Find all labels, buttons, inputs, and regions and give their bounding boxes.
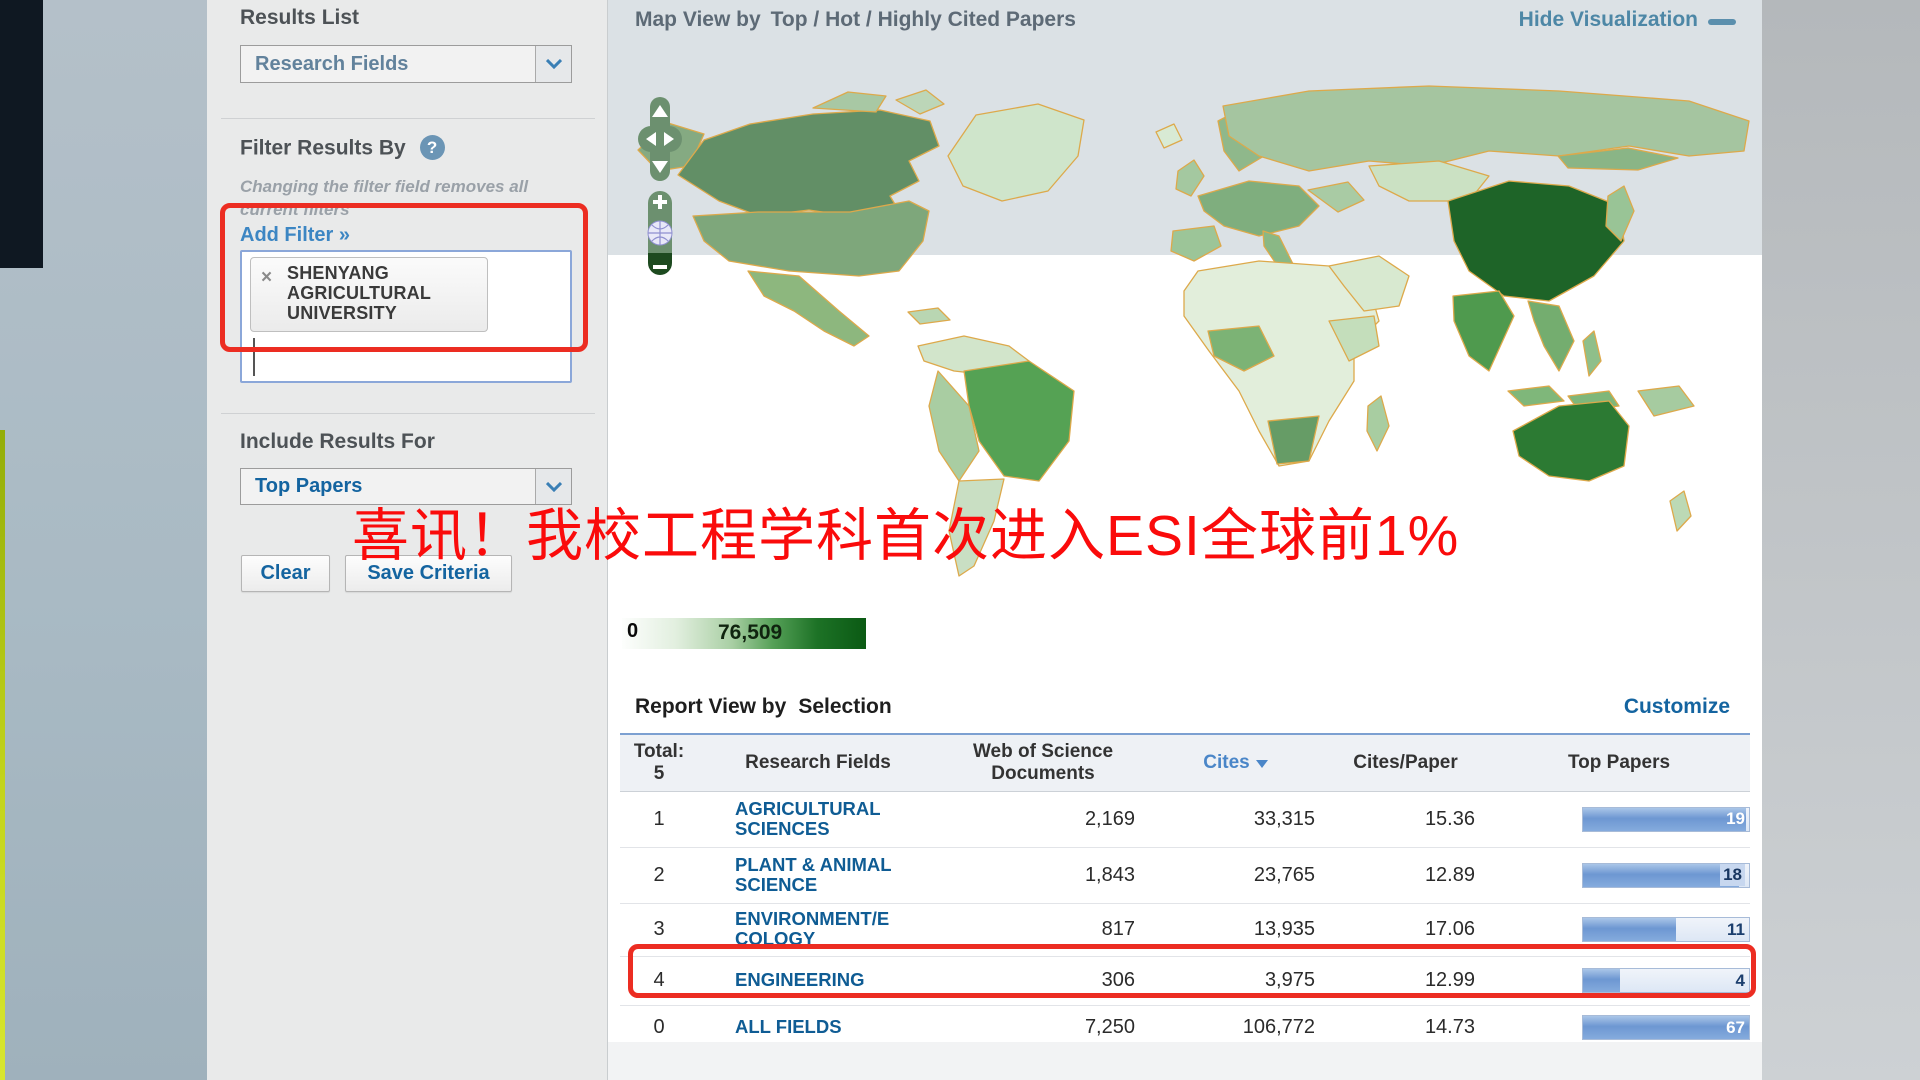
top-papers-bar: 11 — [1582, 917, 1750, 942]
clear-button[interactable]: Clear — [241, 555, 330, 592]
top-papers-bar: 18 — [1582, 863, 1750, 888]
total-label: Total: — [622, 741, 696, 763]
cites-value: 106,772 — [1148, 1016, 1323, 1039]
top-papers-count: 11 — [1727, 920, 1745, 940]
top-papers-bar: 67 — [1582, 1015, 1750, 1040]
map-legend: 0 76,509 — [622, 618, 866, 649]
row-rank: 2 — [620, 864, 698, 887]
row-rank: 1 — [620, 808, 698, 831]
report-table: Total: 5 Research Fields Web of Science … — [620, 733, 1750, 1051]
col-cites-sorted[interactable]: Cites — [1148, 746, 1323, 780]
col-cites-per-paper[interactable]: Cites/Paper — [1323, 746, 1488, 780]
cites-value: 23,765 — [1148, 864, 1323, 887]
results-list-select-button[interactable] — [535, 46, 571, 82]
chevron-down-icon — [546, 59, 562, 69]
wos-value: 2,169 — [938, 808, 1148, 831]
customize-link[interactable]: Customize — [1624, 695, 1730, 719]
help-icon[interactable]: ? — [420, 135, 445, 160]
background-dark-corner — [0, 0, 43, 268]
sort-desc-icon — [1256, 760, 1268, 768]
col-wos-documents[interactable]: Web of Science Documents — [938, 735, 1148, 791]
filter-results-by-text: Filter Results By — [240, 137, 406, 160]
legend-max-value: 76,509 — [718, 621, 782, 645]
map-controls[interactable] — [637, 95, 683, 285]
cites-value: 33,315 — [1148, 808, 1323, 831]
field-link[interactable]: ALL FIELDS — [735, 1017, 842, 1037]
annotation-headline: 喜讯！我校工程学科首次进入ESI全球前1% — [352, 490, 1459, 572]
table-row[interactable]: 1 AGRICULTURAL SCIENCES 2,169 33,315 15.… — [620, 792, 1750, 848]
minus-icon — [1708, 19, 1736, 25]
report-title-value: Selection — [798, 695, 891, 718]
results-list-select[interactable]: Research Fields — [240, 45, 572, 83]
map-view-title: Map View by Top / Hot / Highly Cited Pape… — [635, 8, 1076, 32]
annotation-box-engineering-row — [628, 944, 1756, 998]
panel-footer-strip — [608, 1042, 1762, 1080]
report-header-bar: Report View by Selection Customize — [608, 680, 1762, 733]
col-research-fields[interactable]: Research Fields — [698, 746, 938, 780]
total-value: 5 — [622, 763, 696, 785]
cites-header-text: Cites — [1203, 752, 1249, 773]
legend-min-value: 0 — [627, 620, 638, 643]
sidebar-divider — [221, 118, 595, 119]
top-papers-count: 19 — [1726, 809, 1745, 829]
background-right-strip — [1762, 0, 1920, 1080]
background-yellow-strip — [0, 430, 5, 1080]
field-link[interactable]: PLANT & ANIMAL SCIENCE — [735, 855, 913, 896]
filter-results-by-label: Filter Results By ? — [240, 135, 445, 161]
results-list-select-value: Research Fields — [241, 53, 408, 76]
cites-per-paper-value: 15.36 — [1323, 808, 1488, 831]
wos-value: 1,843 — [938, 864, 1148, 887]
col-top-papers[interactable]: Top Papers — [1488, 746, 1750, 780]
hide-visualization-link[interactable]: Hide Visualization — [1519, 8, 1736, 32]
cites-value: 13,935 — [1148, 918, 1323, 941]
zoom-control — [648, 191, 672, 275]
row-rank: 3 — [620, 918, 698, 941]
wos-value: 817 — [938, 918, 1148, 941]
report-title-prefix: Report View by — [635, 695, 786, 718]
map-view-title-prefix: Map View by — [635, 8, 761, 31]
table-row[interactable]: 2 PLANT & ANIMAL SCIENCE 1,843 23,765 12… — [620, 848, 1750, 904]
col-total: Total: 5 — [620, 735, 698, 791]
row-rank: 0 — [620, 1016, 698, 1039]
field-link[interactable]: AGRICULTURAL SCIENCES — [735, 799, 913, 840]
wos-value: 7,250 — [938, 1016, 1148, 1039]
cites-per-paper-value: 17.06 — [1323, 918, 1488, 941]
table-header-row: Total: 5 Research Fields Web of Science … — [620, 733, 1750, 792]
map-view-title-value: Top / Hot / Highly Cited Papers — [771, 8, 1076, 31]
annotation-box-filter — [220, 203, 588, 352]
report-view-title: Report View by Selection — [635, 695, 892, 719]
top-papers-bar: 19 — [1582, 807, 1750, 832]
cites-per-paper-value: 14.73 — [1323, 1016, 1488, 1039]
pan-control — [638, 97, 682, 181]
include-results-label: Include Results For — [240, 430, 435, 454]
include-results-select-value: Top Papers — [241, 475, 362, 498]
top-papers-count: 67 — [1726, 1018, 1745, 1038]
top-papers-count: 18 — [1720, 864, 1745, 886]
results-list-label: Results List — [240, 6, 359, 30]
sidebar-divider — [221, 413, 595, 414]
screenshot-stage: Results List Research Fields Filter Resu… — [0, 0, 1920, 1080]
cites-per-paper-value: 12.89 — [1323, 864, 1488, 887]
hide-visualization-text: Hide Visualization — [1519, 8, 1698, 32]
